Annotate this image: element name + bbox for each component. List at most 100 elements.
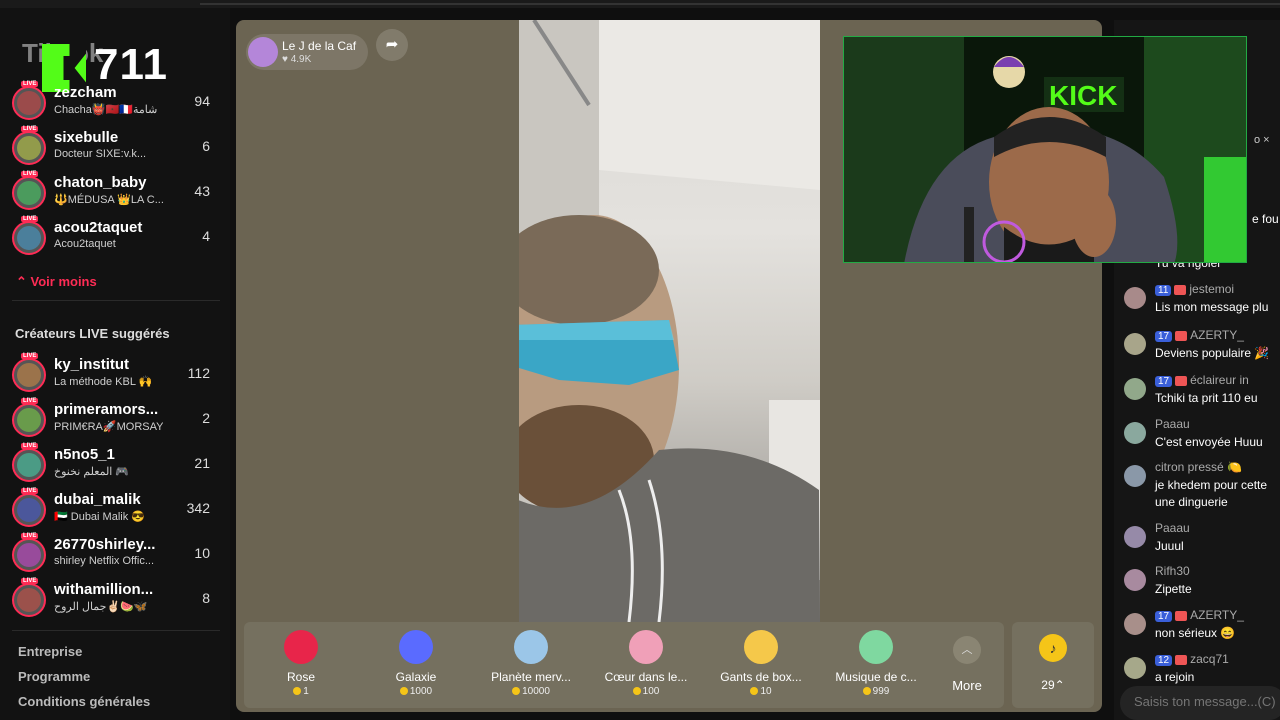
chat-username[interactable]: jestemoi (1189, 282, 1234, 296)
gift-price: 999 (819, 686, 933, 697)
gift-icon (744, 630, 778, 664)
viewer-count: 342 (186, 500, 210, 516)
gift-label: Galaxie (395, 670, 437, 684)
account-name: primeramors... (54, 401, 159, 418)
chat-avatar[interactable] (1124, 287, 1146, 309)
browser-top-strip (0, 0, 1280, 8)
chat-username[interactable]: Paaau (1155, 521, 1190, 535)
chat-message: 17 AZERTY_ non sérieux 😄 (1122, 608, 1280, 648)
account-name: acou2taquet (54, 219, 143, 236)
live-account-item[interactable]: LIVE zezcham Chacha👹🇲🇦🇫🇷شامة 94 (12, 81, 222, 124)
chat-avatar[interactable] (1124, 657, 1146, 679)
level-badge: 17 (1155, 376, 1173, 387)
live-badge: LIVE (21, 578, 39, 584)
chat-avatar[interactable] (1124, 422, 1146, 444)
gift-item[interactable]: Musique de c... 999 (819, 622, 933, 708)
chat-header: 17 AZERTY_ (1155, 328, 1244, 342)
footer-link-conditions[interactable]: Conditions générales (18, 694, 150, 709)
footer-link-programme[interactable]: Programme (18, 669, 90, 684)
voir-moins-link[interactable]: ⌃ Voir moins (16, 274, 97, 290)
chat-text: Juuul (1155, 539, 1184, 553)
account-subtitle: 🔱MÉDUSA 👑LA C... (54, 194, 164, 206)
live-badge: LIVE (21, 488, 39, 494)
chat-username[interactable]: éclaireur in (1190, 373, 1249, 387)
coin-icon (632, 687, 641, 696)
viewer-count: 10 (194, 545, 210, 561)
live-account-item[interactable]: LIVE primeramors... PRIM€RA🚀MORSAY 2 (12, 398, 222, 441)
chat-username[interactable]: citron pressé 🍋 (1155, 460, 1242, 474)
account-name: withamillion... (54, 581, 154, 598)
viewer-count: 4 (202, 228, 210, 244)
gift-bar: Rose 1 Galaxie 1000 Planète merv... 10000 Cœur… (244, 622, 1004, 708)
chat-username[interactable]: AZERTY_ (1190, 608, 1244, 622)
live-badge: LIVE (21, 171, 39, 177)
gift-item[interactable]: Cœur dans le... 100 (589, 622, 703, 708)
coin-wallet-button[interactable]: ♪ 29⌃ (1012, 622, 1094, 708)
share-arrow-icon[interactable]: ➦ (376, 29, 408, 61)
footer-link-entreprise[interactable]: Entreprise (18, 644, 82, 659)
gift-item[interactable]: Gants de box... 10 (704, 622, 818, 708)
fan-badge-icon (1175, 610, 1188, 621)
level-badge: 11 (1155, 285, 1172, 296)
live-account-item[interactable]: LIVE acou2taquet Acou2taquet 4 (12, 216, 222, 259)
viewer-count: 43 (194, 183, 210, 199)
avatar (12, 358, 46, 392)
kick-viewer-count: 711 (94, 40, 168, 89)
live-badge: LIVE (21, 126, 39, 132)
video-frame (519, 20, 820, 622)
chat-avatar[interactable] (1124, 526, 1146, 548)
host-likes: ♥ 4.9K (282, 54, 312, 65)
gift-label: Rose (286, 670, 315, 684)
chat-username[interactable]: AZERTY_ (1190, 328, 1244, 342)
chat-header: Paaau (1155, 521, 1190, 535)
avatar (12, 176, 46, 210)
live-account-item[interactable]: LIVE ky_institut La méthode KBL 🙌 112 (12, 353, 222, 396)
webcam-frame: KICK (844, 37, 1246, 262)
account-subtitle: Chacha👹🇲🇦🇫🇷شامة (54, 104, 158, 116)
divider (12, 630, 220, 631)
chat-header: Rifh30 (1155, 564, 1190, 578)
gift-label: Musique de c... (835, 670, 917, 684)
live-account-item[interactable]: LIVE dubai_malik 🇦🇪 Dubai Malik 😎 342 (12, 488, 222, 531)
account-name: sixebulle (54, 129, 119, 146)
gift-item[interactable]: Galaxie 1000 (359, 622, 473, 708)
more-gifts-button[interactable]: ︿ More (937, 622, 997, 708)
live-badge: LIVE (21, 398, 39, 404)
chat-header: 11 jestemoi (1155, 282, 1234, 296)
live-video[interactable] (519, 20, 820, 622)
viewer-count: 94 (194, 93, 210, 109)
chat-input[interactable] (1134, 694, 1280, 709)
chat-username[interactable]: Paaau (1155, 417, 1190, 431)
chat-avatar[interactable] (1124, 333, 1146, 355)
svg-text:KICK: KICK (1049, 80, 1117, 111)
chat-username[interactable]: Rifh30 (1155, 564, 1190, 578)
chat-avatar[interactable] (1124, 378, 1146, 400)
chat-partial-text: o × (1254, 134, 1270, 146)
chevron-up-icon: ︿ (953, 636, 981, 664)
chat-avatar[interactable] (1124, 465, 1146, 487)
account-subtitle: المعلم نخنوخ 🎮 (54, 466, 130, 478)
chat-message: Paaau C'est envoyée Huuu (1122, 417, 1280, 457)
top-divider (200, 3, 1280, 5)
live-account-item[interactable]: LIVE n5no5_1 المعلم نخنوخ 🎮 21 (12, 443, 222, 486)
chat-avatar[interactable] (1124, 613, 1146, 635)
host-info[interactable]: Le J de la Caf ♥ 4.9K (246, 34, 368, 70)
account-subtitle: Acou2taquet (54, 238, 116, 250)
gift-price: 1 (244, 686, 358, 697)
gift-item[interactable]: Planète merv... 10000 (474, 622, 588, 708)
chat-avatar[interactable] (1124, 569, 1146, 591)
chat-partial-text: e fou (1252, 212, 1279, 226)
live-account-item[interactable]: LIVE 26770shirley... shirley Netflix Offic… (12, 533, 222, 576)
live-account-item[interactable]: LIVE sixebulle Docteur SIXE:v.k... 6 (12, 126, 222, 169)
live-account-item[interactable]: LIVE chaton_baby 🔱MÉDUSA 👑LA C... 43 (12, 171, 222, 214)
chat-header: 17 éclaireur in (1155, 373, 1249, 387)
chat-username[interactable]: zacq71 (1190, 652, 1229, 666)
chat-header: citron pressé 🍋 (1155, 460, 1242, 474)
chat-text: Zipette (1155, 582, 1192, 596)
avatar (12, 538, 46, 572)
live-account-item[interactable]: LIVE withamillion... جمال الروح✌🏻🍉🦋 8 (12, 578, 222, 621)
chat-message: citron pressé 🍋 je khedem pour cette une … (1122, 460, 1280, 509)
live-badge: LIVE (21, 81, 39, 87)
gift-item[interactable]: Rose 1 (244, 622, 358, 708)
account-name: zezcham (54, 84, 117, 101)
